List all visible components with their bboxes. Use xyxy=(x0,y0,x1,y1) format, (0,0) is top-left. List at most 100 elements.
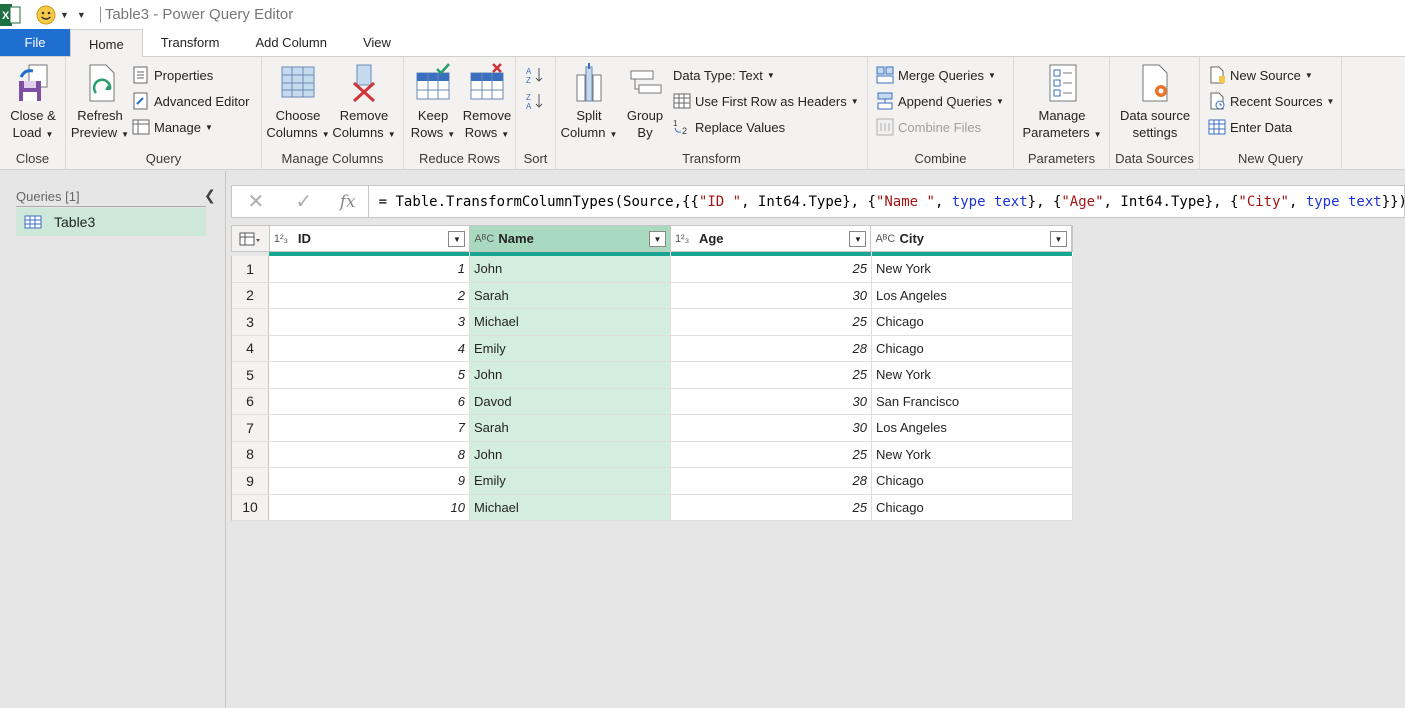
cell-city[interactable]: Los Angeles xyxy=(872,415,1073,441)
cell-city[interactable]: Los Angeles xyxy=(872,282,1073,308)
choose-columns-button[interactable]: Choose Columns ▼ xyxy=(266,63,330,143)
row-number[interactable]: 5 xyxy=(232,362,269,388)
merge-queries-button[interactable]: Merge Queries ▼ xyxy=(876,64,996,86)
cell-city[interactable]: Chicago xyxy=(872,335,1073,361)
cell-city[interactable]: New York xyxy=(872,362,1073,388)
cancel-formula-icon[interactable]: ✕ xyxy=(232,189,280,214)
row-number[interactable]: 1 xyxy=(232,256,269,282)
cell-id[interactable]: 6 xyxy=(269,388,470,414)
advanced-editor-button[interactable]: Advanced Editor xyxy=(132,90,249,112)
refresh-preview-button[interactable]: Refresh Preview ▼ xyxy=(70,63,130,143)
cell-id[interactable]: 1 xyxy=(269,256,470,282)
cell-age[interactable]: 28 xyxy=(671,468,872,494)
whole-number-type-icon[interactable]: 1²₃ xyxy=(274,233,298,245)
tab-transform[interactable]: Transform xyxy=(143,29,238,56)
cell-id[interactable]: 7 xyxy=(269,415,470,441)
cell-name[interactable]: Emily xyxy=(470,468,671,494)
cell-name[interactable]: Davod xyxy=(470,388,671,414)
cell-name[interactable]: John xyxy=(470,256,671,282)
row-number[interactable]: 4 xyxy=(232,335,269,361)
cell-city[interactable]: Chicago xyxy=(872,494,1073,520)
row-number[interactable]: 6 xyxy=(232,388,269,414)
query-item-table3[interactable]: Table3 xyxy=(16,208,206,236)
tab-view[interactable]: View xyxy=(345,29,409,56)
row-number[interactable]: 7 xyxy=(232,415,269,441)
cell-id[interactable]: 2 xyxy=(269,282,470,308)
filter-dropdown-icon[interactable]: ▼ xyxy=(448,231,466,247)
cell-age[interactable]: 25 xyxy=(671,494,872,520)
cell-city[interactable]: Chicago xyxy=(872,309,1073,335)
cell-name[interactable]: John xyxy=(470,441,671,467)
properties-button[interactable]: Properties xyxy=(132,64,213,86)
cell-id[interactable]: 5 xyxy=(269,362,470,388)
row-number[interactable]: 10 xyxy=(232,494,269,520)
cell-city[interactable]: San Francisco xyxy=(872,388,1073,414)
sort-descending-button[interactable]: ZA xyxy=(526,90,548,112)
combine-files-button[interactable]: Combine Files xyxy=(876,116,981,138)
column-header-age[interactable]: 1²₃ Age ▼ xyxy=(671,226,872,251)
customize-qat-icon[interactable]: ▼ xyxy=(77,10,86,20)
cell-age[interactable]: 25 xyxy=(671,441,872,467)
row-number[interactable]: 2 xyxy=(232,282,269,308)
cell-name[interactable]: Emily xyxy=(470,335,671,361)
cell-age[interactable]: 25 xyxy=(671,362,872,388)
cell-age[interactable]: 30 xyxy=(671,388,872,414)
formula-input[interactable]: = Table.TransformColumnTypes(Source,{{"I… xyxy=(369,194,1404,210)
remove-columns-button[interactable]: Remove Columns ▼ xyxy=(332,63,396,143)
row-number[interactable]: 8 xyxy=(232,441,269,467)
column-header-city[interactable]: AᴮC City ▼ xyxy=(871,226,1072,251)
cell-age[interactable]: 30 xyxy=(671,415,872,441)
data-source-settings-button[interactable]: Data source settings xyxy=(1114,63,1196,141)
remove-rows-button[interactable]: Remove Rows ▼ xyxy=(460,63,514,143)
column-header-id[interactable]: 1²₃ ID ▼ xyxy=(270,226,471,251)
row-number[interactable]: 9 xyxy=(232,468,269,494)
data-type-dropdown[interactable]: Data Type: Text ▼ xyxy=(673,64,775,86)
cell-city[interactable]: New York xyxy=(872,441,1073,467)
commit-formula-icon[interactable]: ✓ xyxy=(280,189,328,214)
text-type-icon[interactable]: AᴮC xyxy=(875,233,899,245)
chevron-down-icon[interactable]: ▼ xyxy=(60,10,69,20)
smiley-feedback-icon[interactable] xyxy=(36,5,56,25)
cell-id[interactable]: 3 xyxy=(269,309,470,335)
cell-name[interactable]: John xyxy=(470,362,671,388)
manage-parameters-button[interactable]: Manage Parameters ▼ xyxy=(1022,63,1102,143)
recent-sources-button[interactable]: Recent Sources ▼ xyxy=(1208,90,1334,112)
cell-city[interactable]: New York xyxy=(872,256,1073,282)
use-first-row-headers-button[interactable]: Use First Row as Headers ▼ xyxy=(673,90,859,112)
whole-number-type-icon[interactable]: 1²₃ xyxy=(675,233,699,245)
text-type-icon[interactable]: AᴮC xyxy=(474,233,498,245)
group-by-button[interactable]: Group By xyxy=(620,63,670,141)
cell-name[interactable]: Sarah xyxy=(470,282,671,308)
filter-dropdown-icon[interactable]: ▼ xyxy=(648,231,666,247)
enter-data-button[interactable]: Enter Data xyxy=(1208,116,1292,138)
append-queries-button[interactable]: Append Queries ▼ xyxy=(876,90,1004,112)
new-source-button[interactable]: New Source ▼ xyxy=(1208,64,1313,86)
manage-button[interactable]: Manage ▼ xyxy=(132,116,213,138)
close-and-load-button[interactable]: Close & Load ▼ xyxy=(8,63,58,143)
cell-city[interactable]: Chicago xyxy=(872,468,1073,494)
cell-age[interactable]: 28 xyxy=(671,335,872,361)
cell-age[interactable]: 25 xyxy=(671,309,872,335)
column-header-name[interactable]: AᴮC Name ▼ xyxy=(470,226,671,251)
cell-id[interactable]: 4 xyxy=(269,335,470,361)
cell-name[interactable]: Michael xyxy=(470,494,671,520)
split-column-button[interactable]: Split Column ▼ xyxy=(560,63,618,143)
cell-id[interactable]: 10 xyxy=(269,494,470,520)
table-menu-icon[interactable] xyxy=(232,226,270,251)
tab-home[interactable]: Home xyxy=(70,29,143,58)
collapse-pane-icon[interactable]: ❮ xyxy=(204,187,216,204)
replace-values-button[interactable]: 12 Replace Values xyxy=(673,116,785,138)
cell-age[interactable]: 25 xyxy=(671,256,872,282)
fx-icon[interactable]: fx xyxy=(328,192,368,212)
sort-ascending-button[interactable]: AZ xyxy=(526,64,548,86)
keep-rows-button[interactable]: Keep Rows ▼ xyxy=(408,63,458,143)
filter-dropdown-icon[interactable]: ▼ xyxy=(849,231,867,247)
filter-dropdown-icon[interactable]: ▼ xyxy=(1049,231,1067,247)
cell-age[interactable]: 30 xyxy=(671,282,872,308)
tab-add-column[interactable]: Add Column xyxy=(237,29,345,56)
tab-file[interactable]: File xyxy=(0,29,70,56)
cell-name[interactable]: Sarah xyxy=(470,415,671,441)
row-number[interactable]: 3 xyxy=(232,309,269,335)
cell-id[interactable]: 9 xyxy=(269,468,470,494)
cell-name[interactable]: Michael xyxy=(470,309,671,335)
